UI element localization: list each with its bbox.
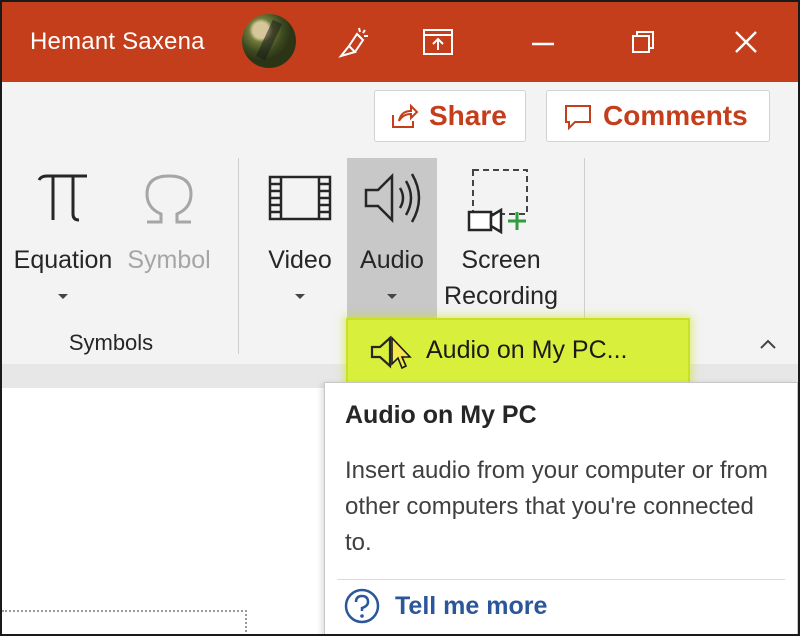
tooltip: Audio on My PC Insert audio from your co… <box>324 382 798 634</box>
group-separator <box>238 158 239 354</box>
symbol-label: Symbol <box>127 246 211 274</box>
placeholder-border <box>2 610 247 612</box>
video-label: Video <box>268 246 332 274</box>
tell-me-more-link[interactable]: Tell me more <box>343 587 547 625</box>
screen-recording-label-line2: Recording <box>444 282 558 310</box>
avatar[interactable] <box>242 14 296 68</box>
share-label: Share <box>429 100 507 131</box>
omega-icon <box>145 174 193 224</box>
share-button[interactable]: Share <box>374 90 526 142</box>
symbol-button[interactable]: Symbol <box>122 166 216 316</box>
collapse-ribbon-icon[interactable] <box>758 334 778 354</box>
speaker-icon <box>364 172 421 224</box>
chevron-down-icon <box>295 294 305 299</box>
chevron-down-icon <box>58 294 68 299</box>
equation-label: Equation <box>13 246 113 274</box>
ribbon-display-icon[interactable] <box>420 24 456 60</box>
slide-canvas[interactable] <box>2 388 332 634</box>
equation-button[interactable]: Equation <box>6 166 120 316</box>
coauthor-icon[interactable] <box>335 24 371 60</box>
comment-icon <box>565 105 591 131</box>
menu-item-label: Audio on My PC... <box>426 336 628 364</box>
tooltip-title: Audio on My PC <box>345 401 537 429</box>
chevron-down-icon <box>387 294 397 299</box>
app-window: Hemant Saxena Share Comments Equation Sy… <box>0 0 800 636</box>
audio-label: Audio <box>360 246 424 274</box>
user-name[interactable]: Hemant Saxena <box>30 28 205 56</box>
restore-icon[interactable] <box>625 24 661 60</box>
comments-label: Comments <box>603 100 748 131</box>
share-icon <box>392 103 419 128</box>
pi-icon <box>37 174 87 222</box>
placeholder-border <box>245 610 247 634</box>
screen-recording-icon <box>467 169 528 235</box>
comments-button[interactable]: Comments <box>546 90 770 142</box>
film-icon <box>268 175 332 221</box>
screen-recording-label-line1: Screen <box>461 246 541 274</box>
tooltip-description: Insert audio from your computer or from … <box>345 457 768 556</box>
close-icon[interactable] <box>728 24 764 60</box>
video-button[interactable]: Video <box>257 166 343 316</box>
help-icon <box>344 588 380 624</box>
tell-me-more-label: Tell me more <box>395 591 548 620</box>
screen-recording-button[interactable]: Screen Recording <box>438 166 564 316</box>
title-bar: Hemant Saxena <box>2 2 798 82</box>
mouse-cursor-icon <box>391 336 412 370</box>
group-label-symbols: Symbols <box>68 330 154 355</box>
minimize-icon[interactable] <box>524 24 560 60</box>
audio-button[interactable]: Audio <box>347 166 437 316</box>
divider <box>337 579 785 580</box>
